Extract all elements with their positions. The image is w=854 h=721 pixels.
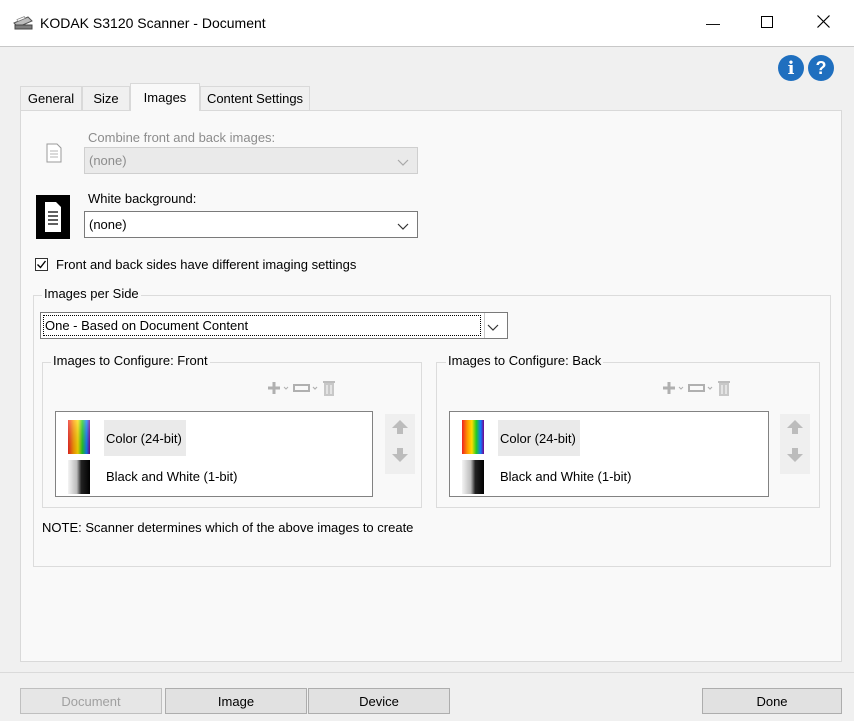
rename-icon[interactable] (688, 380, 714, 399)
info-glyph: i (787, 57, 795, 79)
add-icon[interactable] (267, 380, 289, 399)
images-per-side-select-value: One - Based on Document Content (45, 318, 249, 333)
list-item[interactable]: Color (24-bit) (458, 420, 758, 456)
selected-highlight: Color (24-bit) (498, 420, 580, 456)
move-up-icon[interactable] (786, 418, 804, 439)
combine-select-value: (none) (89, 153, 127, 168)
list-item[interactable]: Black and White (1-bit) (458, 460, 758, 494)
add-icon[interactable] (662, 380, 684, 399)
list-item-label: Color (24-bit) (106, 430, 182, 446)
images-per-side-group-label: Images per Side (42, 286, 141, 301)
titlebar-divider (0, 46, 854, 47)
tab-images[interactable]: Images (130, 83, 200, 111)
black-document-icon (36, 195, 70, 242)
delete-icon[interactable] (716, 379, 732, 400)
window-title: KODAK S3120 Scanner - Document (40, 15, 266, 31)
list-item-label: Black and White (1-bit) (106, 469, 238, 484)
black-white-gradient-icon (462, 460, 484, 497)
back-group-label: Images to Configure: Back (446, 353, 604, 368)
image-button-label: Image (217, 693, 255, 709)
white-background-label: White background: (88, 191, 197, 206)
chevron-down-icon (487, 320, 499, 335)
tab-content-settings-label: Content Settings (206, 91, 304, 106)
delete-icon[interactable] (321, 379, 337, 400)
list-item[interactable]: Black and White (1-bit) (64, 460, 364, 494)
list-item-label: Black and White (1-bit) (500, 469, 632, 484)
white-background-select-value: (none) (89, 217, 127, 232)
image-button[interactable]: Image (165, 688, 307, 714)
maximize-button[interactable] (742, 0, 792, 46)
list-item-label: Color (24-bit) (500, 430, 576, 446)
checkmark-icon (37, 260, 47, 269)
done-button-label: Done (756, 693, 788, 709)
back-toolbar (662, 380, 732, 398)
note-text: NOTE: Scanner determines which of the ab… (42, 520, 414, 535)
bottom-divider (0, 672, 854, 673)
chevron-down-icon (397, 219, 409, 234)
color-gradient-icon (462, 420, 484, 457)
maximize-icon (761, 15, 773, 31)
back-image-list[interactable]: Color (24-bit) Black and White (1-bit) (449, 411, 769, 497)
device-button-label: Device (359, 693, 399, 709)
front-toolbar (267, 380, 337, 398)
different-settings-checkbox[interactable] (35, 258, 48, 271)
active-tab-joiner (131, 108, 199, 112)
device-button[interactable]: Device (308, 688, 450, 714)
rename-icon[interactable] (293, 380, 319, 399)
white-background-select[interactable]: (none) (84, 211, 418, 238)
different-settings-label: Front and back sides have different imag… (56, 257, 357, 272)
combine-select[interactable]: (none) (84, 147, 418, 174)
selected-highlight: Color (24-bit) (104, 420, 186, 456)
images-per-side-select[interactable]: One - Based on Document Content (40, 312, 508, 339)
combine-label: Combine front and back images: (88, 130, 276, 145)
chevron-down-icon (397, 155, 409, 170)
front-group-label: Images to Configure: Front (51, 353, 210, 368)
black-white-gradient-icon (68, 460, 90, 497)
move-down-icon[interactable] (786, 446, 804, 467)
move-up-icon[interactable] (391, 418, 409, 439)
front-reorder-buttons (385, 414, 415, 474)
document-button-label: Document (61, 693, 121, 709)
document-small-icon (45, 143, 63, 166)
move-down-icon[interactable] (391, 446, 409, 467)
done-button[interactable]: Done (702, 688, 842, 714)
back-reorder-buttons (780, 414, 810, 474)
scanner-app-icon (12, 14, 34, 35)
tab-general[interactable]: General (20, 86, 82, 110)
info-icon[interactable]: i (778, 55, 804, 81)
tab-content-settings[interactable]: Content Settings (200, 86, 310, 110)
list-item[interactable]: Color (24-bit) (64, 420, 364, 456)
title-bar: KODAK S3120 Scanner - Document — (0, 0, 854, 46)
close-icon (816, 15, 830, 31)
tab-size[interactable]: Size (82, 86, 130, 110)
front-image-list[interactable]: Color (24-bit) Black and White (1-bit) (55, 411, 373, 497)
document-button[interactable]: Document (20, 688, 162, 714)
select-divider (484, 313, 485, 338)
close-button[interactable] (798, 0, 848, 46)
tab-general-label: General (27, 91, 75, 106)
minimize-icon: — (706, 15, 720, 31)
help-icon[interactable]: ? (808, 55, 834, 81)
tab-size-label: Size (93, 91, 119, 106)
help-glyph: ? (815, 57, 827, 78)
color-gradient-icon (68, 420, 90, 457)
minimize-button[interactable]: — (688, 0, 738, 46)
tab-images-label: Images (143, 90, 187, 105)
